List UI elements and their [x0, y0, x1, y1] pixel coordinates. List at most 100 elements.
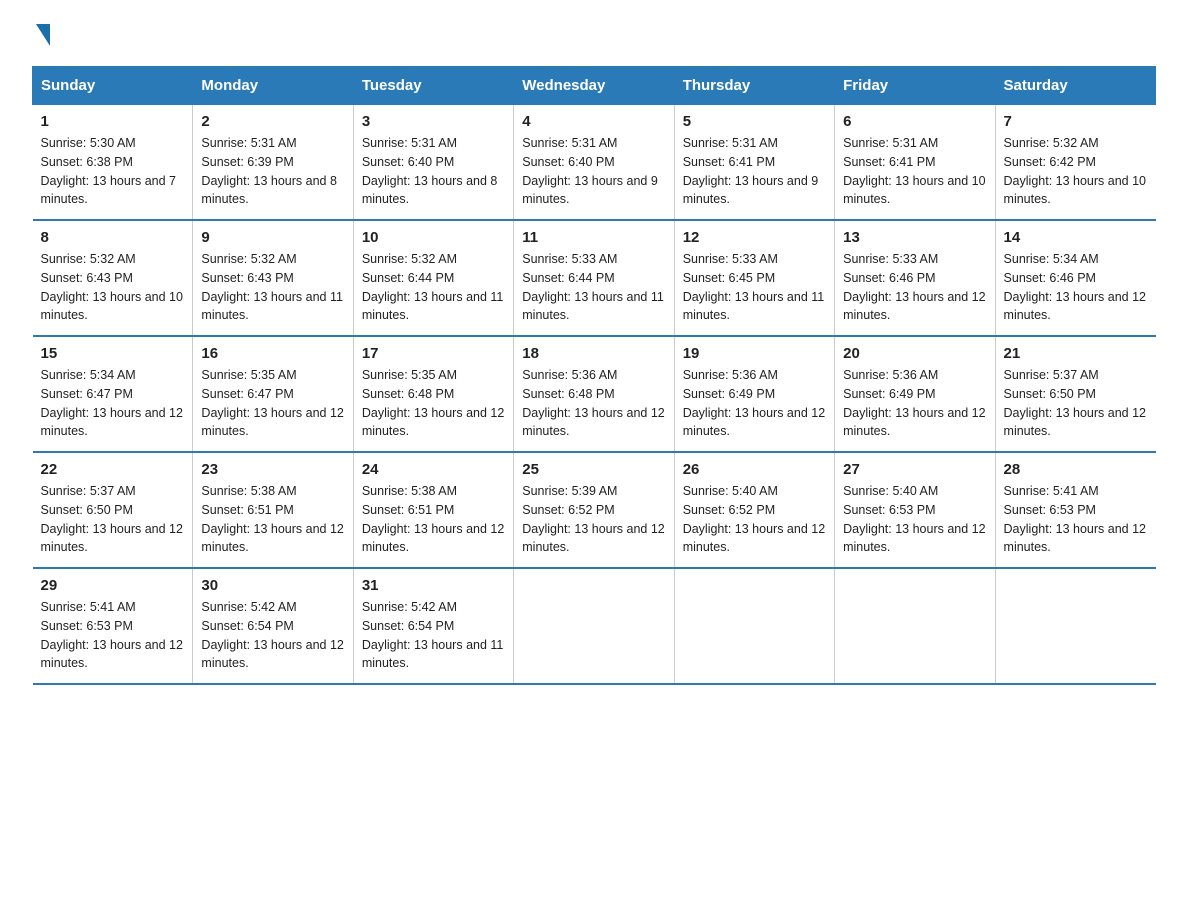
day-info: Sunrise: 5:41 AMSunset: 6:53 PMDaylight:…: [41, 598, 185, 673]
day-info: Sunrise: 5:32 AMSunset: 6:44 PMDaylight:…: [362, 250, 505, 325]
day-info: Sunrise: 5:39 AMSunset: 6:52 PMDaylight:…: [522, 482, 665, 557]
day-info: Sunrise: 5:40 AMSunset: 6:53 PMDaylight:…: [843, 482, 986, 557]
calendar-cell: 26 Sunrise: 5:40 AMSunset: 6:52 PMDayligh…: [674, 452, 834, 568]
calendar-cell: 27 Sunrise: 5:40 AMSunset: 6:53 PMDayligh…: [835, 452, 995, 568]
day-number: 24: [362, 461, 505, 478]
day-number: 10: [362, 229, 505, 246]
column-header-sunday: Sunday: [33, 67, 193, 105]
day-info: Sunrise: 5:35 AMSunset: 6:48 PMDaylight:…: [362, 366, 505, 441]
calendar-cell: 24Sunrise: 5:38 AMSunset: 6:51 PMDayligh…: [353, 452, 513, 568]
day-number: 2: [201, 113, 344, 130]
calendar-week-row: 29 Sunrise: 5:41 AMSunset: 6:53 PMDayligh…: [33, 568, 1156, 684]
calendar-cell: 13Sunrise: 5:33 AMSunset: 6:46 PMDayligh…: [835, 220, 995, 336]
calendar-cell: 8 Sunrise: 5:32 AMSunset: 6:43 PMDaylight…: [33, 220, 193, 336]
day-number: 8: [41, 229, 185, 246]
column-header-saturday: Saturday: [995, 67, 1155, 105]
day-info: Sunrise: 5:42 AMSunset: 6:54 PMDaylight:…: [201, 598, 344, 673]
calendar-cell: 16 Sunrise: 5:35 AMSunset: 6:47 PMDayligh…: [193, 336, 353, 452]
day-info: Sunrise: 5:34 AMSunset: 6:47 PMDaylight:…: [41, 366, 185, 441]
logo-triangle-icon: [36, 24, 50, 46]
day-number: 30: [201, 577, 344, 594]
calendar-cell: 23 Sunrise: 5:38 AMSunset: 6:51 PMDayligh…: [193, 452, 353, 568]
calendar-cell: 18Sunrise: 5:36 AMSunset: 6:48 PMDayligh…: [514, 336, 674, 452]
calendar-cell: 7 Sunrise: 5:32 AMSunset: 6:42 PMDaylight…: [995, 105, 1155, 221]
day-number: 4: [522, 113, 665, 130]
day-info: Sunrise: 5:36 AMSunset: 6:48 PMDaylight:…: [522, 366, 665, 441]
day-number: 11: [522, 229, 665, 246]
day-info: Sunrise: 5:42 AMSunset: 6:54 PMDaylight:…: [362, 598, 505, 673]
column-header-thursday: Thursday: [674, 67, 834, 105]
column-header-tuesday: Tuesday: [353, 67, 513, 105]
day-number: 25: [522, 461, 665, 478]
day-info: Sunrise: 5:40 AMSunset: 6:52 PMDaylight:…: [683, 482, 826, 557]
calendar-cell: 17 Sunrise: 5:35 AMSunset: 6:48 PMDayligh…: [353, 336, 513, 452]
day-number: 26: [683, 461, 826, 478]
day-number: 23: [201, 461, 344, 478]
calendar-cell: 29 Sunrise: 5:41 AMSunset: 6:53 PMDayligh…: [33, 568, 193, 684]
day-number: 12: [683, 229, 826, 246]
logo: [32, 24, 50, 48]
day-number: 21: [1004, 345, 1148, 362]
calendar-cell: [995, 568, 1155, 684]
calendar-cell: 10 Sunrise: 5:32 AMSunset: 6:44 PMDayligh…: [353, 220, 513, 336]
calendar-cell: 9 Sunrise: 5:32 AMSunset: 6:43 PMDaylight…: [193, 220, 353, 336]
day-info: Sunrise: 5:34 AMSunset: 6:46 PMDaylight:…: [1004, 250, 1148, 325]
day-info: Sunrise: 5:33 AMSunset: 6:46 PMDaylight:…: [843, 250, 986, 325]
day-info: Sunrise: 5:30 AMSunset: 6:38 PMDaylight:…: [41, 134, 185, 209]
day-info: Sunrise: 5:31 AMSunset: 6:41 PMDaylight:…: [843, 134, 986, 209]
calendar-cell: 4 Sunrise: 5:31 AMSunset: 6:40 PMDaylight…: [514, 105, 674, 221]
day-info: Sunrise: 5:41 AMSunset: 6:53 PMDaylight:…: [1004, 482, 1148, 557]
day-number: 9: [201, 229, 344, 246]
day-info: Sunrise: 5:32 AMSunset: 6:43 PMDaylight:…: [41, 250, 185, 325]
day-number: 17: [362, 345, 505, 362]
calendar-cell: 19 Sunrise: 5:36 AMSunset: 6:49 PMDayligh…: [674, 336, 834, 452]
day-number: 22: [41, 461, 185, 478]
day-info: Sunrise: 5:33 AMSunset: 6:45 PMDaylight:…: [683, 250, 826, 325]
calendar-cell: 5Sunrise: 5:31 AMSunset: 6:41 PMDaylight…: [674, 105, 834, 221]
calendar-cell: [835, 568, 995, 684]
calendar-week-row: 22Sunrise: 5:37 AMSunset: 6:50 PMDayligh…: [33, 452, 1156, 568]
calendar-week-row: 8 Sunrise: 5:32 AMSunset: 6:43 PMDaylight…: [33, 220, 1156, 336]
calendar-cell: [514, 568, 674, 684]
calendar-cell: 12 Sunrise: 5:33 AMSunset: 6:45 PMDayligh…: [674, 220, 834, 336]
calendar-cell: 20 Sunrise: 5:36 AMSunset: 6:49 PMDayligh…: [835, 336, 995, 452]
column-header-wednesday: Wednesday: [514, 67, 674, 105]
column-header-monday: Monday: [193, 67, 353, 105]
day-info: Sunrise: 5:31 AMSunset: 6:40 PMDaylight:…: [362, 134, 505, 209]
day-number: 27: [843, 461, 986, 478]
day-info: Sunrise: 5:31 AMSunset: 6:40 PMDaylight:…: [522, 134, 665, 209]
calendar-cell: 6 Sunrise: 5:31 AMSunset: 6:41 PMDaylight…: [835, 105, 995, 221]
day-info: Sunrise: 5:36 AMSunset: 6:49 PMDaylight:…: [683, 366, 826, 441]
calendar-table: SundayMondayTuesdayWednesdayThursdayFrid…: [32, 66, 1156, 685]
calendar-cell: 25 Sunrise: 5:39 AMSunset: 6:52 PMDayligh…: [514, 452, 674, 568]
calendar-cell: 22Sunrise: 5:37 AMSunset: 6:50 PMDayligh…: [33, 452, 193, 568]
page-header: [32, 24, 1156, 48]
day-info: Sunrise: 5:33 AMSunset: 6:44 PMDaylight:…: [522, 250, 665, 325]
day-info: Sunrise: 5:37 AMSunset: 6:50 PMDaylight:…: [1004, 366, 1148, 441]
day-number: 15: [41, 345, 185, 362]
day-number: 14: [1004, 229, 1148, 246]
day-info: Sunrise: 5:32 AMSunset: 6:43 PMDaylight:…: [201, 250, 344, 325]
calendar-cell: 21 Sunrise: 5:37 AMSunset: 6:50 PMDayligh…: [995, 336, 1155, 452]
day-number: 29: [41, 577, 185, 594]
day-info: Sunrise: 5:32 AMSunset: 6:42 PMDaylight:…: [1004, 134, 1148, 209]
day-number: 19: [683, 345, 826, 362]
day-number: 6: [843, 113, 986, 130]
calendar-header-row: SundayMondayTuesdayWednesdayThursdayFrid…: [33, 67, 1156, 105]
day-number: 16: [201, 345, 344, 362]
day-number: 7: [1004, 113, 1148, 130]
calendar-cell: 3 Sunrise: 5:31 AMSunset: 6:40 PMDaylight…: [353, 105, 513, 221]
calendar-cell: 28 Sunrise: 5:41 AMSunset: 6:53 PMDayligh…: [995, 452, 1155, 568]
column-header-friday: Friday: [835, 67, 995, 105]
day-number: 20: [843, 345, 986, 362]
calendar-cell: 31 Sunrise: 5:42 AMSunset: 6:54 PMDayligh…: [353, 568, 513, 684]
day-number: 28: [1004, 461, 1148, 478]
day-info: Sunrise: 5:36 AMSunset: 6:49 PMDaylight:…: [843, 366, 986, 441]
day-info: Sunrise: 5:35 AMSunset: 6:47 PMDaylight:…: [201, 366, 344, 441]
day-number: 3: [362, 113, 505, 130]
day-number: 1: [41, 113, 185, 130]
calendar-week-row: 15 Sunrise: 5:34 AMSunset: 6:47 PMDayligh…: [33, 336, 1156, 452]
day-number: 5: [683, 113, 826, 130]
day-number: 31: [362, 577, 505, 594]
day-info: Sunrise: 5:38 AMSunset: 6:51 PMDaylight:…: [201, 482, 344, 557]
